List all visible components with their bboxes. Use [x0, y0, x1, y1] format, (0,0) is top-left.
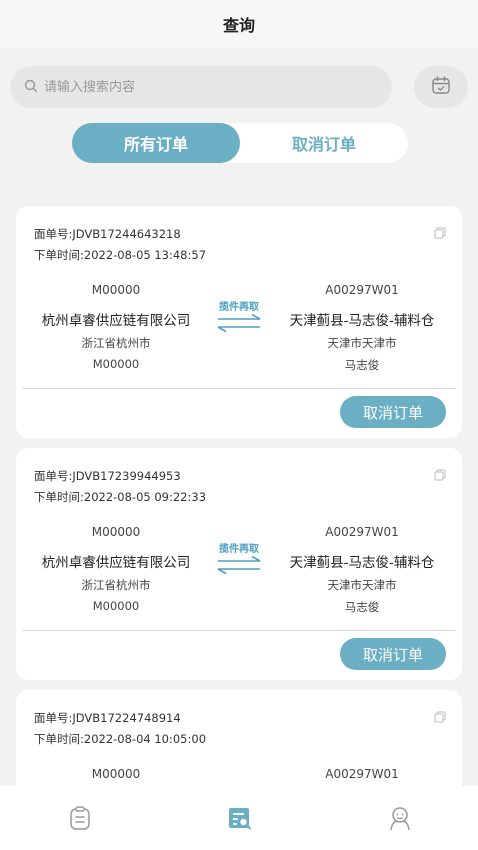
waybill-number: 面单号:JDVB17224748914 [34, 711, 181, 725]
order-time: 下单时间:2022-08-05 09:22:33 [34, 490, 207, 504]
waybill-number: 面单号:JDVB17239944953 [34, 469, 181, 483]
receiver-code: A00297W01 [325, 767, 399, 781]
transfer-indicator: 揽件再取 [212, 540, 266, 579]
sender-contact: M00000 [92, 599, 140, 613]
search-input[interactable] [44, 79, 364, 95]
order-card[interactable]: 面单号:JDVB17244643218 下单时间:2022-08-05 13:4… [16, 206, 462, 438]
receiver-city: 天津市天津市 [327, 578, 397, 592]
card-divider [22, 388, 456, 389]
receiver-contact: 马志俊 [344, 358, 380, 372]
sender-name: 杭州卓睿供应链有限公司 [41, 313, 191, 329]
order-segment-control: 所有订单 取消订单 [72, 123, 408, 163]
order-time: 下单时间:2022-08-04 10:05:00 [34, 732, 207, 746]
transfer-indicator: 揽件再取 [212, 298, 266, 337]
sender-city: 浙江省杭州市 [81, 336, 151, 350]
search-row [10, 66, 468, 108]
sender-name: 杭州卓睿供应链有限公司 [41, 555, 191, 571]
receiver-contact: 马志俊 [344, 600, 380, 614]
receiver-city: 天津市天津市 [327, 336, 397, 350]
tab-all-orders[interactable]: 所有订单 [72, 123, 240, 163]
calendar-button[interactable] [414, 66, 468, 108]
receiver-name: 天津蓟县-马志俊-辅料仓 [289, 313, 435, 329]
copy-icon[interactable] [434, 224, 446, 243]
cancel-order-button[interactable]: 取消订单 [340, 638, 446, 670]
page-title: 查询 [0, 0, 478, 48]
receiver-code: A00297W01 [325, 525, 399, 539]
sender-code: M00000 [91, 525, 141, 539]
receiver-name: 天津蓟县-马志俊-辅料仓 [289, 555, 435, 571]
swap-arrows-icon [216, 555, 262, 579]
cancel-order-button[interactable]: 取消订单 [340, 396, 446, 428]
user-icon[interactable] [386, 804, 414, 836]
copy-icon[interactable] [434, 708, 446, 727]
card-divider [22, 630, 456, 631]
sender-code: M00000 [91, 283, 141, 297]
search-box[interactable] [10, 66, 392, 108]
tab-cancelled-orders[interactable]: 取消订单 [240, 123, 408, 163]
order-card[interactable]: 面单号:JDVB17239944953 下单时间:2022-08-05 09:2… [16, 448, 462, 680]
sender-code: M00000 [91, 767, 141, 781]
copy-icon[interactable] [434, 466, 446, 485]
calendar-icon [430, 74, 452, 100]
clipboard-icon[interactable] [66, 804, 94, 836]
transfer-label: 揽件再取 [219, 544, 259, 555]
sender-city: 浙江省杭州市 [81, 578, 151, 592]
waybill-number: 面单号:JDVB17244643218 [34, 227, 181, 241]
receiver-code: A00297W01 [325, 283, 399, 297]
transfer-label: 揽件再取 [219, 302, 259, 313]
order-time: 下单时间:2022-08-05 13:48:57 [34, 248, 207, 262]
search-list-icon[interactable] [226, 804, 254, 836]
swap-arrows-icon [216, 313, 262, 337]
search-icon [24, 78, 38, 97]
sender-contact: M00000 [92, 357, 140, 371]
bottom-tab-bar [0, 786, 478, 850]
